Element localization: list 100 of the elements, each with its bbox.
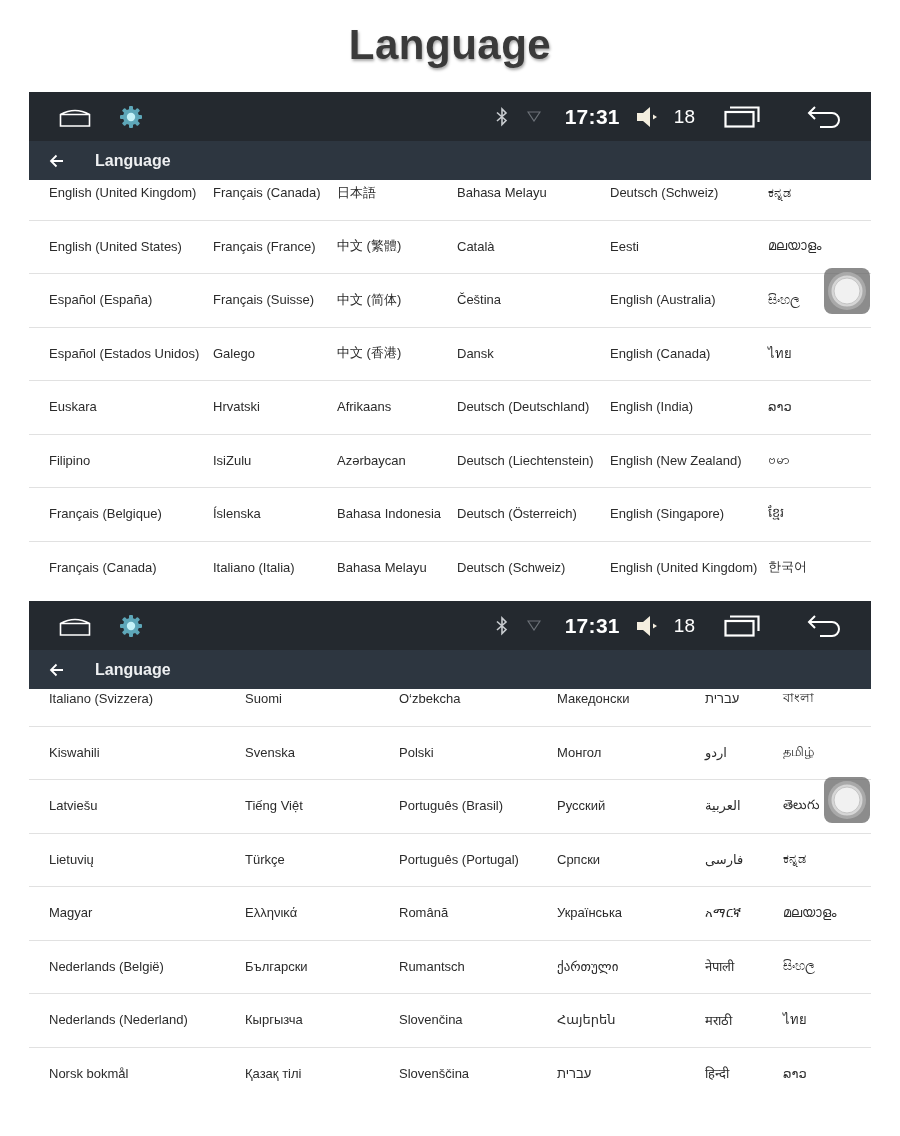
language-option[interactable]: Deutsch (Deutschland) — [457, 380, 590, 434]
language-option[interactable]: Español (España) — [29, 273, 153, 327]
language-option[interactable]: Latviešu — [29, 779, 98, 833]
language-option[interactable]: Slovenščina — [399, 1047, 470, 1095]
language-option[interactable]: Қазақ тілі — [245, 1047, 302, 1095]
language-option[interactable]: Suomi — [245, 689, 282, 726]
language-option[interactable]: Türkçe — [245, 833, 285, 887]
language-option[interactable]: Čeština — [457, 273, 502, 327]
language-option[interactable]: नेपाली — [705, 940, 734, 994]
language-option[interactable]: English (Singapore) — [610, 487, 725, 541]
language-option[interactable]: Deutsch (Liechtenstein) — [457, 434, 594, 488]
language-option[interactable]: ລາວ — [768, 380, 792, 434]
language-option[interactable]: Македонски — [557, 689, 630, 726]
language-option[interactable]: Español (Estados Unidos) — [29, 327, 200, 381]
language-option[interactable]: தமிழ் — [783, 726, 814, 780]
settings-icon[interactable] — [120, 105, 142, 128]
language-option[interactable]: Magyar — [29, 886, 93, 940]
language-option[interactable]: Euskara — [29, 380, 97, 434]
language-option[interactable]: Bahasa Melayu — [337, 541, 427, 586]
language-option[interactable]: Kiswahili — [29, 726, 100, 780]
language-option[interactable]: Deutsch (Schweiz) — [610, 180, 719, 220]
language-option[interactable]: Deutsch (Österreich) — [457, 487, 577, 541]
language-option[interactable]: Lietuvių — [29, 833, 94, 887]
language-option[interactable]: English (New Zealand) — [610, 434, 742, 488]
language-option[interactable]: Català — [457, 220, 495, 274]
language-option[interactable]: עברית — [705, 689, 740, 726]
language-option[interactable]: Български — [245, 940, 308, 994]
language-option[interactable]: Polski — [399, 726, 434, 780]
language-option[interactable]: Монгол — [557, 726, 602, 780]
language-option[interactable]: Rumantsch — [399, 940, 465, 994]
language-option[interactable]: मराठी — [705, 993, 732, 1047]
language-option[interactable]: Deutsch (Schweiz) — [457, 541, 566, 586]
language-option[interactable]: Français (Canada) — [29, 541, 157, 586]
language-option[interactable]: Français (Canada) — [213, 180, 321, 220]
language-option[interactable]: Italiano (Svizzera) — [29, 689, 154, 726]
language-option[interactable]: English (United States) — [29, 220, 182, 274]
language-option[interactable]: ខ្មែរ — [768, 487, 784, 541]
language-option[interactable]: Hrvatski — [213, 380, 260, 434]
language-option[interactable]: Italiano (Italia) — [213, 541, 295, 586]
language-option[interactable]: മലയാളം — [783, 886, 836, 940]
recent-apps-icon[interactable] — [724, 105, 760, 128]
language-option[interactable]: Filipino — [29, 434, 91, 488]
language-option[interactable]: Français (Belgique) — [29, 487, 162, 541]
recent-apps-icon[interactable] — [724, 614, 760, 637]
language-option[interactable]: Svenska — [245, 726, 295, 780]
language-option[interactable]: Українська — [557, 886, 623, 940]
language-option[interactable]: עברית — [557, 1047, 592, 1095]
language-option[interactable]: සිංහල — [783, 940, 815, 994]
language-option[interactable]: English (Canada) — [610, 327, 711, 381]
language-option[interactable]: 中文 (简体) — [337, 273, 402, 327]
language-option[interactable]: አማርኛ — [705, 886, 741, 940]
language-option[interactable]: Français (France) — [213, 220, 316, 274]
language-option[interactable]: Norsk bokmål — [29, 1047, 129, 1095]
language-option[interactable]: Français (Suisse) — [213, 273, 315, 327]
back-arrow-icon[interactable] — [49, 153, 64, 168]
language-option[interactable]: Русский — [557, 779, 606, 833]
language-option[interactable]: සිංහල — [768, 273, 800, 327]
language-option[interactable]: ไทย — [768, 327, 792, 381]
floating-button[interactable] — [824, 777, 870, 823]
language-option[interactable]: Bahasa Melayu — [457, 180, 547, 220]
language-option[interactable]: Српски — [557, 833, 601, 887]
language-option[interactable]: Ελληνικά — [245, 886, 298, 940]
language-option[interactable]: 中文 (繁體) — [337, 220, 402, 274]
language-option[interactable]: Հայերեն — [557, 993, 616, 1047]
language-option[interactable]: Nederlands (België) — [29, 940, 164, 994]
language-option[interactable]: മലയാളം — [768, 220, 821, 274]
language-option[interactable]: Português (Portugal) — [399, 833, 519, 887]
language-option[interactable]: Tiếng Việt — [245, 779, 303, 833]
language-option[interactable]: 中文 (香港) — [337, 327, 402, 381]
language-option[interactable]: Nederlands (Nederland) — [29, 993, 188, 1047]
language-option[interactable]: ಕನ್ನಡ — [783, 833, 806, 887]
back-icon[interactable] — [807, 613, 841, 638]
language-option[interactable]: العربية — [705, 779, 741, 833]
language-option[interactable]: Português (Brasil) — [399, 779, 504, 833]
language-option[interactable]: ລາວ — [783, 1047, 807, 1095]
language-option[interactable]: English (United Kingdom) — [610, 541, 758, 586]
floating-button[interactable] — [824, 268, 870, 314]
language-option[interactable]: 日本語 — [337, 180, 376, 220]
language-option[interactable]: 한국어 — [768, 541, 807, 586]
back-arrow-icon[interactable] — [49, 662, 64, 677]
settings-icon[interactable] — [120, 614, 142, 637]
language-option[interactable]: English (Australia) — [610, 273, 716, 327]
language-option[interactable]: Galego — [213, 327, 255, 381]
language-option[interactable]: Eesti — [610, 220, 639, 274]
language-option[interactable]: اردو — [705, 726, 727, 780]
language-option[interactable]: ไทย — [783, 993, 807, 1047]
language-option[interactable]: English (India) — [610, 380, 694, 434]
language-option[interactable]: తెలుగు — [783, 779, 820, 833]
language-option[interactable]: Slovenčina — [399, 993, 463, 1047]
language-option[interactable]: O‘zbekcha — [399, 689, 461, 726]
language-option[interactable]: فارسی — [705, 833, 744, 887]
language-option[interactable]: Кыргызча — [245, 993, 303, 1047]
language-option[interactable]: ဗမာ — [768, 434, 790, 488]
language-option[interactable]: বাংলা — [783, 689, 814, 726]
language-option[interactable]: English (United Kingdom) — [29, 180, 197, 220]
language-option[interactable]: Íslenska — [213, 487, 261, 541]
language-option[interactable]: Română — [399, 886, 449, 940]
language-option[interactable]: हिन्दी — [705, 1047, 729, 1095]
language-option[interactable]: IsiZulu — [213, 434, 252, 488]
language-option[interactable]: Azərbaycan — [337, 434, 406, 488]
